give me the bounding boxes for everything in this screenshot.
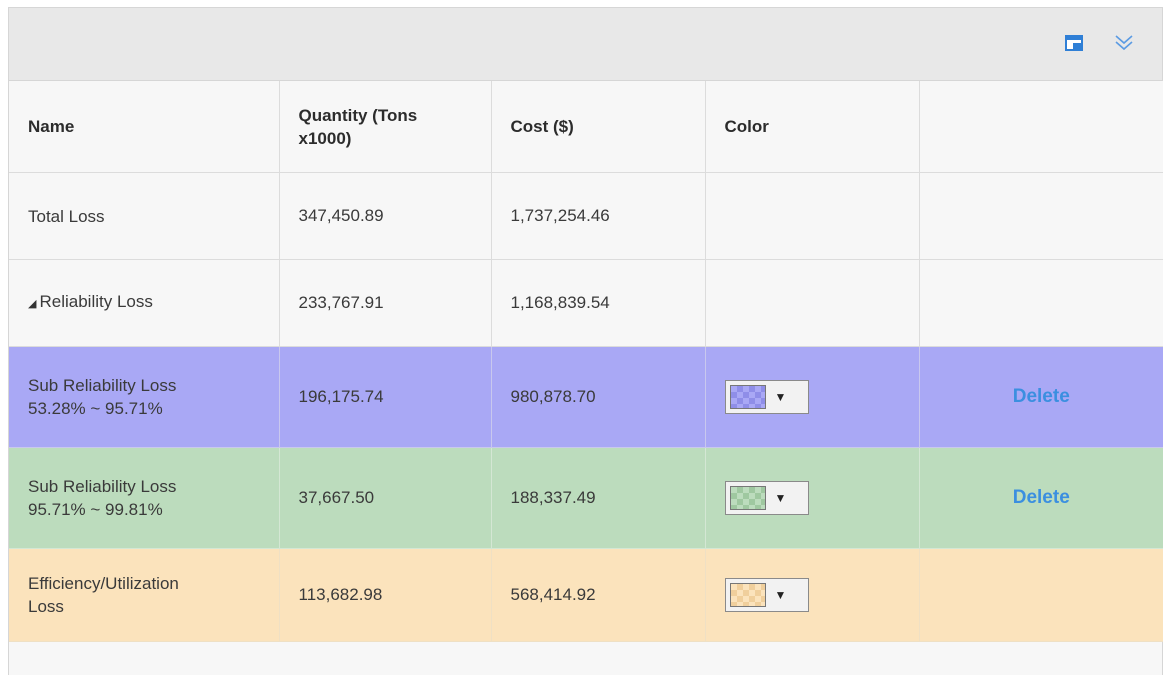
color-swatch <box>729 385 766 409</box>
table-row[interactable]: Sub Reliability Loss 53.28% ~ 95.71% 196… <box>9 346 1164 448</box>
row-action: Delete <box>919 346 1164 448</box>
column-header-color[interactable]: Color <box>705 81 920 173</box>
color-picker-dropdown[interactable]: ▼ <box>724 481 809 515</box>
loss-breakdown-panel: Name Quantity (Tons x1000) Cost ($) Colo… <box>8 7 1163 675</box>
row-quantity: 37,667.50 <box>279 447 492 549</box>
color-swatch <box>729 583 766 607</box>
row-action-empty <box>919 172 1163 260</box>
row-color-empty <box>705 172 920 260</box>
row-quantity: 113,682.98 <box>279 548 492 642</box>
row-name-text: Sub Reliability Loss <box>28 376 177 395</box>
table-row[interactable]: Total Loss 347,450.89 1,737,254.46 <box>9 172 1163 260</box>
row-action: Delete <box>919 447 1164 549</box>
row-name: Sub Reliability Loss 95.71% ~ 99.81% <box>9 447 280 549</box>
row-color: ▼ <box>705 447 920 549</box>
row-name-text: Reliability Loss <box>39 292 153 311</box>
row-name-text: Sub Reliability Loss <box>28 477 177 496</box>
row-action-empty <box>919 259 1163 347</box>
row-quantity: 233,767.91 <box>279 259 492 347</box>
table-header-row: Name Quantity (Tons x1000) Cost ($) Colo… <box>9 81 1163 173</box>
table-row[interactable]: Sub Reliability Loss 95.71% ~ 99.81% 37,… <box>9 447 1164 549</box>
dropdown-caret-icon: ▼ <box>774 390 787 404</box>
window-icon[interactable] <box>1063 32 1085 54</box>
dropdown-caret-icon: ▼ <box>774 588 787 602</box>
delete-button[interactable]: Delete <box>920 386 1164 408</box>
loss-table: Name Quantity (Tons x1000) Cost ($) Colo… <box>9 81 1163 642</box>
row-action-empty <box>919 548 1163 642</box>
color-picker-dropdown[interactable]: ▼ <box>724 578 809 612</box>
table-row[interactable]: ◢ Reliability Loss 233,767.91 1,168,839.5… <box>9 259 1163 347</box>
row-name-text: Efficiency/Utilization <box>28 574 179 593</box>
row-color: ▼ <box>705 548 920 642</box>
column-header-name[interactable]: Name <box>9 81 280 173</box>
column-header-quantity[interactable]: Quantity (Tons x1000) <box>279 81 492 173</box>
row-name: Total Loss <box>9 172 280 260</box>
row-cost: 1,737,254.46 <box>491 172 706 260</box>
row-name: Efficiency/Utilization Loss <box>9 548 280 642</box>
row-name-range: 53.28% ~ 95.71% <box>28 399 163 418</box>
row-cost: 980,878.70 <box>491 346 706 448</box>
table-row[interactable]: Efficiency/Utilization Loss 113,682.98 5… <box>9 548 1163 642</box>
row-quantity: 196,175.74 <box>279 346 492 448</box>
row-color-empty <box>705 259 920 347</box>
expand-triangle-icon[interactable]: ◢ <box>28 298 36 310</box>
column-header-cost[interactable]: Cost ($) <box>491 81 706 173</box>
color-picker-dropdown[interactable]: ▼ <box>724 380 809 414</box>
row-name-range: 95.71% ~ 99.81% <box>28 500 163 519</box>
row-cost: 568,414.92 <box>491 548 706 642</box>
row-name: Sub Reliability Loss 53.28% ~ 95.71% <box>9 346 280 448</box>
collapse-chevrons-icon[interactable] <box>1113 32 1135 54</box>
row-quantity: 347,450.89 <box>279 172 492 260</box>
row-cost: 1,168,839.54 <box>491 259 706 347</box>
row-name-text-line2: Loss <box>28 597 64 616</box>
panel-toolbar <box>9 8 1162 81</box>
row-name-text: Total Loss <box>28 206 105 226</box>
column-header-actions <box>919 81 1163 173</box>
row-name: ◢ Reliability Loss <box>9 259 280 347</box>
delete-button[interactable]: Delete <box>920 487 1164 509</box>
dropdown-caret-icon: ▼ <box>774 491 787 505</box>
row-cost: 188,337.49 <box>491 447 706 549</box>
color-swatch <box>729 486 766 510</box>
row-color: ▼ <box>705 346 920 448</box>
